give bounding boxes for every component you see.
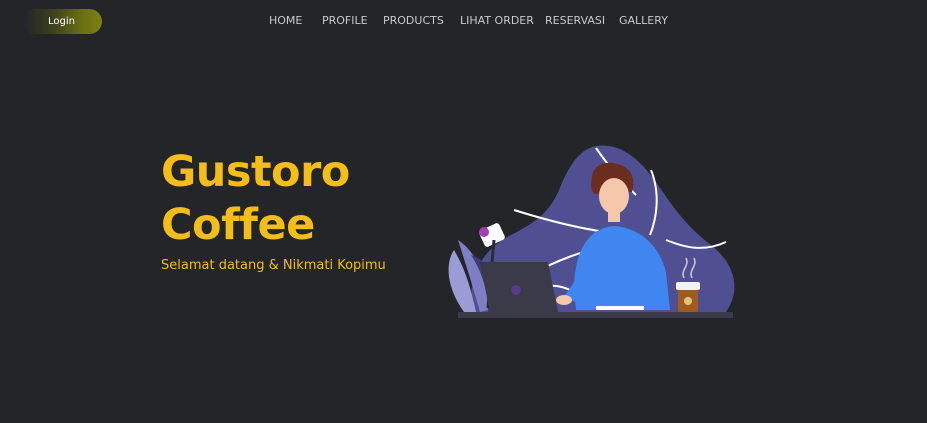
hero-title-line2: Coffee <box>161 200 315 250</box>
person-working-laptop-illustration <box>448 145 735 318</box>
lamp-bulb <box>479 227 489 237</box>
nav-item-gallery[interactable]: GALLERY <box>619 14 668 27</box>
nav-item-home[interactable]: HOME <box>269 14 302 27</box>
person-face <box>599 178 629 214</box>
person-hand <box>556 295 572 305</box>
page: Login HOME PROFILE PRODUCTS LIHAT ORDER … <box>0 0 927 423</box>
coffee-cup-lid <box>676 282 700 290</box>
nav-item-lihat-order[interactable]: LIHAT ORDER <box>460 14 534 27</box>
laptop-logo <box>511 285 521 295</box>
desk <box>458 312 733 318</box>
hero-subtitle: Selamat datang & Nikmati Kopimu <box>161 258 386 273</box>
person-neck <box>608 210 620 222</box>
nav-item-reservasi[interactable]: RESERVASI <box>545 14 605 27</box>
notebook <box>596 306 644 310</box>
main-nav: HOME PROFILE PRODUCTS LIHAT ORDER RESERV… <box>0 14 927 28</box>
nav-item-products[interactable]: PRODUCTS <box>383 14 444 27</box>
coffee-cup-logo <box>684 297 692 305</box>
hero-title: Gustoro Coffee <box>161 146 350 252</box>
hero-title-line1: Gustoro <box>161 147 350 197</box>
nav-item-profile[interactable]: PROFILE <box>322 14 368 27</box>
